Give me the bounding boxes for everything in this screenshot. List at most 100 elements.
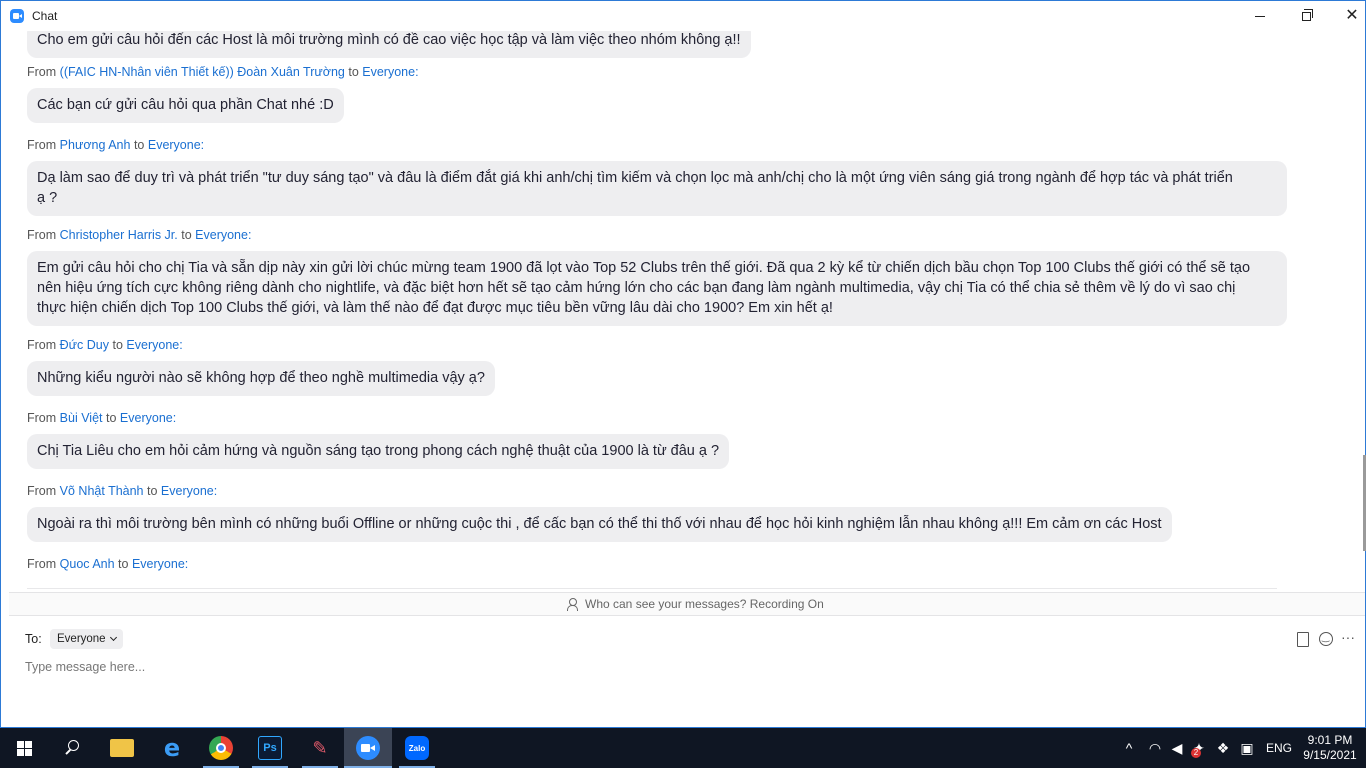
message-meta: From Võ Nhật Thành to Everyone: bbox=[27, 484, 1172, 500]
privacy-notice-text: Who can see your messages? Recording On bbox=[585, 597, 824, 611]
emoji-icon[interactable] bbox=[1318, 631, 1334, 647]
message-input[interactable] bbox=[25, 658, 1345, 676]
file-explorer-button[interactable] bbox=[98, 728, 146, 768]
taskbar-search-button[interactable] bbox=[48, 728, 96, 768]
from-label: From bbox=[27, 228, 57, 242]
zoom-button[interactable] bbox=[344, 728, 392, 768]
edge-button[interactable]: e bbox=[148, 728, 196, 768]
message-bubble[interactable]: Chị Tia Liêu cho em hỏi cảm hứng và nguồ… bbox=[27, 434, 730, 469]
from-label: From bbox=[27, 138, 57, 152]
message-meta: From Đức Duy to Everyone: bbox=[27, 338, 495, 354]
tray-app-button-3[interactable]: ▣ bbox=[1236, 728, 1258, 768]
recipient-name[interactable]: Everyone: bbox=[362, 65, 418, 79]
to-label: to bbox=[112, 338, 123, 352]
windows-taskbar: e Ps ✎ Zalo ^ ◠ ◀ ✦ 2 ❖ ▣ ENG 9:01 PM 9/1… bbox=[0, 728, 1366, 768]
message-meta: From Phương Anh to Everyone: bbox=[27, 138, 1287, 154]
message-item: From Phương Anh to Everyone: Dạ làm sao … bbox=[9, 138, 1287, 216]
partial-bubble-edge bbox=[27, 588, 1277, 589]
message-text-line: Dạ làm sao để duy trì và phát triển "tư … bbox=[37, 170, 1233, 186]
sender-name[interactable]: Quoc Anh bbox=[60, 557, 115, 571]
search-icon bbox=[64, 740, 80, 756]
tray-app-button-2[interactable]: ❖ bbox=[1212, 728, 1234, 768]
sender-name[interactable]: Christopher Harris Jr. bbox=[60, 228, 178, 242]
to-label: to bbox=[348, 65, 359, 79]
recipient-value: Everyone bbox=[57, 633, 106, 645]
message-item: Cho em gửi câu hỏi đến các Host là môi t… bbox=[9, 31, 751, 58]
chevron-down-icon bbox=[109, 633, 117, 642]
photoshop-button[interactable]: Ps bbox=[246, 728, 294, 768]
message-bubble[interactable]: Các bạn cứ gửi câu hỏi qua phần Chat nhé… bbox=[27, 88, 344, 123]
window-title: Chat bbox=[32, 9, 58, 23]
zoom-icon bbox=[356, 736, 380, 760]
clock-button[interactable]: 9:01 PM 9/15/2021 bbox=[1298, 728, 1362, 768]
recipient-name[interactable]: Everyone: bbox=[161, 484, 217, 498]
display-icon: ▣ bbox=[1240, 739, 1254, 756]
tray-app-button[interactable]: ✦ 2 bbox=[1188, 728, 1210, 768]
zoom-app-icon bbox=[10, 9, 24, 23]
sender-name[interactable]: Võ Nhật Thành bbox=[60, 484, 144, 498]
show-hidden-icons-button[interactable]: ^ bbox=[1118, 728, 1140, 768]
notification-badge: 2 bbox=[1191, 748, 1201, 758]
start-button[interactable] bbox=[0, 728, 48, 768]
restore-button[interactable] bbox=[1283, 1, 1329, 31]
language-label: ENG bbox=[1265, 741, 1292, 755]
more-options-icon[interactable]: ··· bbox=[1341, 630, 1357, 647]
restore-icon bbox=[1301, 8, 1313, 21]
chrome-button[interactable] bbox=[197, 728, 245, 768]
to-label: to bbox=[106, 411, 117, 425]
message-item: From ((FAIC HN-Nhân viên Thiết kế)) Đoàn… bbox=[9, 65, 419, 123]
message-bubble[interactable]: Em gửi câu hỏi cho chị Tia và sẵn dịp nà… bbox=[27, 251, 1287, 326]
chevron-up-icon: ^ bbox=[1125, 740, 1133, 756]
message-item: From Christopher Harris Jr. to Everyone:… bbox=[9, 228, 1287, 326]
photoshop-icon: Ps bbox=[258, 736, 282, 760]
clock-date: 9/15/2021 bbox=[1303, 748, 1357, 762]
to-label: to bbox=[118, 557, 129, 571]
message-bubble[interactable]: Những kiểu người nào sẽ không hợp để the… bbox=[27, 361, 495, 396]
message-meta: From Quoc Anh to Everyone: bbox=[27, 557, 188, 573]
message-item: From Đức Duy to Everyone: Những kiểu ngư… bbox=[9, 338, 495, 396]
network-button[interactable]: ◠ bbox=[1144, 728, 1166, 768]
close-icon: ✕ bbox=[1345, 7, 1359, 24]
minimize-button[interactable] bbox=[1237, 1, 1283, 31]
title-bar: Chat ✕ bbox=[1, 1, 1365, 31]
recipient-name[interactable]: Everyone: bbox=[120, 411, 176, 425]
sender-name[interactable]: Phương Anh bbox=[60, 138, 131, 152]
message-text: Những kiểu người nào sẽ không hợp để the… bbox=[37, 370, 485, 386]
chat-messages-pane[interactable]: Cho em gửi câu hỏi đến các Host là môi t… bbox=[9, 31, 1365, 591]
message-bubble[interactable]: Cho em gửi câu hỏi đến các Host là môi t… bbox=[27, 31, 751, 58]
from-label: From bbox=[27, 338, 57, 352]
message-text: Chị Tia Liêu cho em hỏi cảm hứng và nguồ… bbox=[37, 443, 720, 459]
message-bubble[interactable]: Ngoài ra thì môi trường bên mình có nhữn… bbox=[27, 507, 1172, 542]
sender-name[interactable]: ((FAIC HN-Nhân viên Thiết kế)) Đoàn Xuân… bbox=[60, 65, 345, 79]
clock-time: 9:01 PM bbox=[1307, 733, 1353, 747]
message-item: From Võ Nhật Thành to Everyone: Ngoài ra… bbox=[9, 484, 1172, 542]
message-text-line: thực hiện chiến dịch Top 100 Clubs thế g… bbox=[37, 300, 833, 316]
minimize-icon bbox=[1255, 15, 1265, 17]
volume-button[interactable]: ◀ bbox=[1166, 728, 1188, 768]
message-text-line: Em gửi câu hỏi cho chị Tia và sẵn dịp nà… bbox=[37, 260, 1251, 276]
input-language-button[interactable]: ENG bbox=[1264, 728, 1294, 768]
close-button[interactable]: ✕ bbox=[1329, 1, 1366, 31]
recipient-name[interactable]: Everyone: bbox=[195, 228, 251, 242]
chrome-icon bbox=[209, 736, 233, 760]
windows-logo-icon bbox=[16, 740, 32, 756]
zalo-icon: Zalo bbox=[405, 736, 429, 760]
message-text-line: ạ ? bbox=[37, 190, 58, 206]
privacy-notice-bar[interactable]: Who can see your messages? Recording On bbox=[9, 592, 1365, 616]
paint-button[interactable]: ✎ bbox=[296, 728, 344, 768]
recipient-name[interactable]: Everyone: bbox=[132, 557, 188, 571]
from-label: From bbox=[27, 65, 57, 79]
message-text: Ngoài ra thì môi trường bên mình có nhữn… bbox=[37, 516, 1162, 532]
chat-window: Chat ✕ Cho em gửi câu hỏi đến các Host l… bbox=[0, 0, 1366, 728]
paint-palette-icon: ✎ bbox=[312, 737, 328, 758]
to-label: To: bbox=[25, 632, 42, 646]
sender-name[interactable]: Đức Duy bbox=[60, 338, 109, 352]
sender-name[interactable]: Bùi Việt bbox=[60, 411, 103, 425]
recipient-dropdown[interactable]: Everyone bbox=[50, 629, 123, 649]
file-icon[interactable] bbox=[1295, 631, 1311, 647]
message-meta: From Christopher Harris Jr. to Everyone: bbox=[27, 228, 1287, 244]
zalo-button[interactable]: Zalo bbox=[393, 728, 441, 768]
recipient-name[interactable]: Everyone: bbox=[126, 338, 182, 352]
recipient-name[interactable]: Everyone: bbox=[148, 138, 204, 152]
message-bubble[interactable]: Dạ làm sao để duy trì và phát triển "tư … bbox=[27, 161, 1287, 216]
